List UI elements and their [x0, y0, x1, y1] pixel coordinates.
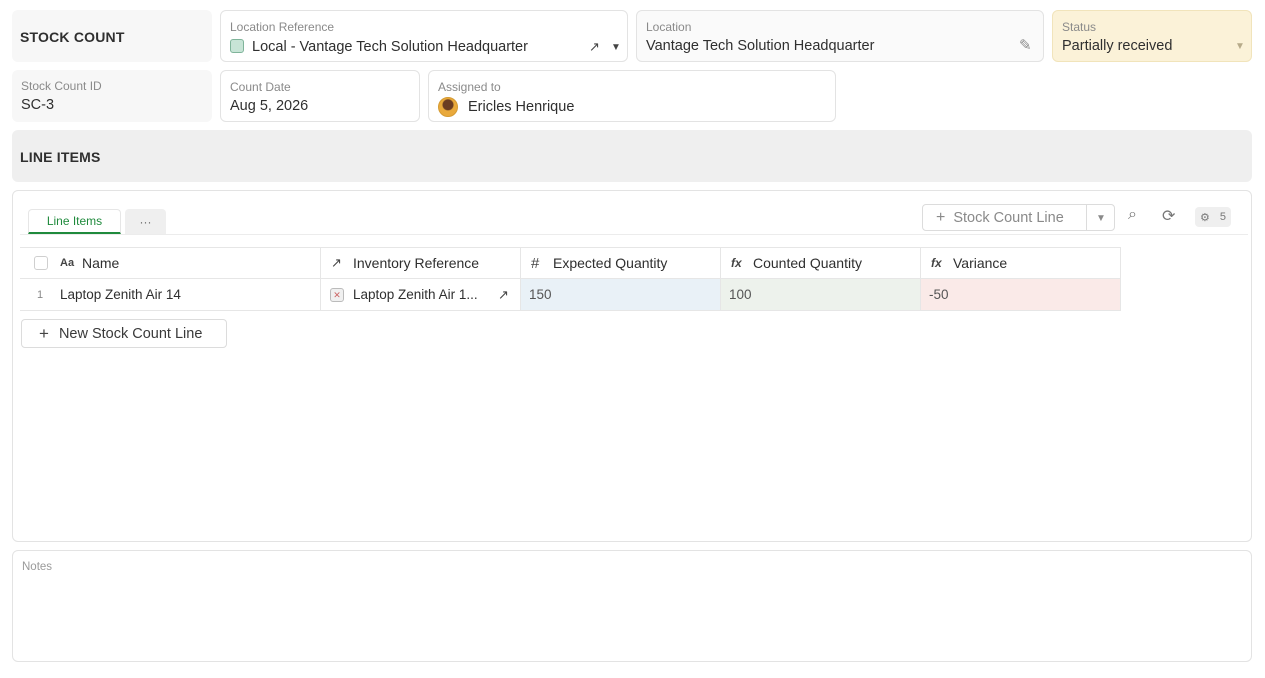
table-row-cell-name[interactable]: 1 Laptop Zenith Air 14 [20, 279, 321, 311]
divider [1086, 205, 1087, 230]
column-header-counted-quantity[interactable]: fx Counted Quantity [721, 247, 921, 279]
row-inventory-reference: Laptop Zenith Air 1... [353, 287, 478, 302]
table-row-cell-inventory-reference[interactable]: ✕ Laptop Zenith Air 1... ↗ [321, 279, 521, 311]
new-stock-count-line-label: New Stock Count Line [58, 325, 203, 342]
column-label: Name [82, 255, 120, 271]
plus-icon: + [936, 208, 946, 226]
sliders-icon: ⚙ [1200, 211, 1210, 224]
assigned-to-label: Assigned to [438, 80, 501, 94]
row-name: Laptop Zenith Air 14 [60, 287, 181, 302]
link-type-icon: ↗ [331, 255, 342, 270]
search-icon[interactable]: ⌕ [1128, 206, 1137, 224]
column-label: Counted Quantity [753, 255, 862, 271]
stock-count-id-label: Stock Count ID [21, 79, 102, 93]
status-field[interactable]: Status Partially received ▼ [1052, 10, 1252, 62]
formula-type-icon: fx [731, 256, 742, 270]
table-row-cell-variance: -50 [921, 279, 1121, 311]
location-reference-field[interactable]: Location Reference Local - Vantage Tech … [220, 10, 628, 62]
fields-count: 5 [1219, 211, 1226, 223]
location-value: Vantage Tech Solution Headquarter [646, 38, 875, 54]
plus-icon: + [39, 323, 49, 343]
row-expected: 150 [529, 287, 552, 302]
location-reference-value-wrap: Local - Vantage Tech Solution Headquarte… [230, 39, 528, 55]
fields-settings-button[interactable]: ⚙ 5 [1195, 207, 1231, 227]
notes-field[interactable]: Notes [12, 550, 1252, 662]
refresh-icon[interactable]: ⟳ [1162, 206, 1175, 226]
select-all-checkbox[interactable] [34, 256, 48, 270]
column-label: Inventory Reference [353, 255, 480, 271]
column-label: Expected Quantity [553, 255, 668, 271]
row-index: 1 [36, 288, 44, 301]
open-link-icon[interactable]: ↗ [589, 39, 600, 55]
new-stock-count-line-button[interactable]: + New Stock Count Line [21, 319, 227, 348]
line-items-panel [12, 190, 1252, 542]
location-icon [230, 39, 244, 54]
inventory-item-icon: ✕ [330, 287, 344, 302]
count-date-label: Count Date [230, 80, 291, 94]
text-type-icon: Aa [60, 257, 75, 269]
page-title: STOCK COUNT [20, 29, 125, 45]
count-date-field[interactable]: Count Date Aug 5, 2026 [220, 70, 420, 122]
stock-count-id-value: SC-3 [21, 97, 55, 113]
assigned-to-value: Ericles Henrique [468, 98, 575, 115]
location-field[interactable]: Location Vantage Tech Solution Headquart… [636, 10, 1044, 62]
stock-count-id-field: Stock Count ID SC-3 [12, 70, 212, 122]
row-counted: 100 [729, 287, 752, 302]
column-header-inventory-reference[interactable]: ↗ Inventory Reference [321, 247, 521, 279]
section-title: LINE ITEMS [20, 149, 101, 165]
column-label: Variance [953, 255, 1008, 271]
count-date-value: Aug 5, 2026 [230, 98, 309, 114]
formula-type-icon: fx [931, 256, 942, 270]
pencil-icon[interactable]: ✎ [1019, 36, 1032, 54]
column-header-variance[interactable]: fx Variance [921, 247, 1121, 279]
stock-count-header: STOCK COUNT [12, 10, 212, 62]
tab-line-items[interactable]: Line Items [28, 209, 121, 234]
table-row-cell-expected-quantity[interactable]: 150 [521, 279, 721, 311]
row-variance: -50 [929, 287, 949, 302]
chevron-down-icon[interactable]: ▼ [611, 42, 621, 53]
status-label: Status [1062, 20, 1097, 34]
add-stock-count-line-label: Stock Count Line [953, 209, 1064, 226]
status-value: Partially received [1062, 38, 1173, 54]
chevron-down-icon[interactable]: ▼ [1096, 213, 1106, 224]
column-header-name[interactable]: Aa Name [20, 247, 321, 279]
location-label: Location [646, 20, 692, 34]
more-icon: ··· [139, 214, 152, 229]
line-items-section-header: LINE ITEMS [12, 130, 1252, 182]
location-reference-label: Location Reference [230, 20, 335, 34]
avatar [438, 97, 458, 117]
column-header-expected-quantity[interactable]: # Expected Quantity [521, 247, 721, 279]
number-type-icon: # [531, 254, 540, 272]
table-row-cell-counted-quantity: 100 [721, 279, 921, 311]
assigned-to-field[interactable]: Assigned to Ericles Henrique [428, 70, 836, 122]
assigned-to-value-wrap: Ericles Henrique [438, 97, 574, 117]
add-stock-count-line-button[interactable]: + Stock Count Line ▼ [922, 204, 1115, 231]
tab-line-items-label: Line Items [46, 214, 103, 228]
chevron-down-icon[interactable]: ▼ [1235, 41, 1245, 52]
tab-underline [20, 234, 1248, 235]
tab-more[interactable]: ··· [125, 209, 166, 234]
location-reference-value: Local - Vantage Tech Solution Headquarte… [252, 39, 528, 55]
open-link-icon[interactable]: ↗ [498, 287, 509, 303]
notes-label: Notes [22, 561, 53, 573]
